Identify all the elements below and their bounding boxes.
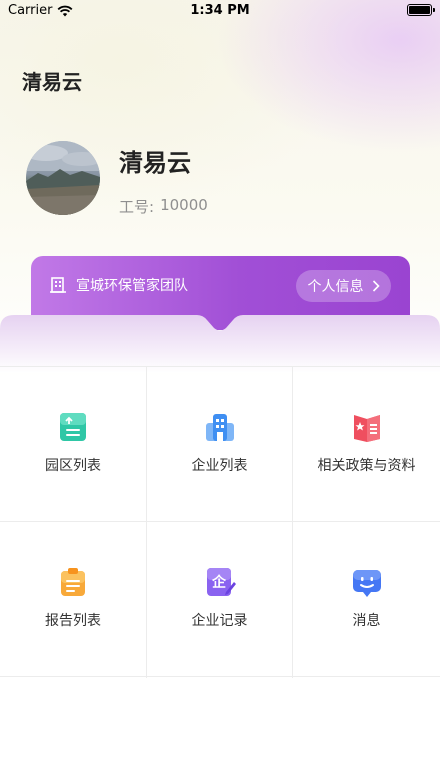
menu-item-company-list[interactable]: 企业列表 [147,367,293,522]
battery-icon [407,4,435,16]
menu-label: 企业记录 [191,613,248,629]
company-building-icon [205,414,234,441]
menu-item-messages[interactable]: 消息 [293,522,440,678]
page-title: 清易云 [22,70,82,94]
menu-label: 报告列表 [45,613,101,629]
menu-item-report-list[interactable]: 报告列表 [0,522,147,678]
user-id: 工号: 10000 [119,196,208,217]
avatar-landscape-image [26,141,100,215]
personal-info-label: 个人信息 [307,279,364,295]
menu-label: 企业列表 [191,458,248,474]
user-name: 清易云 [119,149,191,177]
building-icon [50,277,66,293]
menu-label: 园区列表 [45,458,101,474]
message-icon [352,570,381,597]
menu-label: 消息 [352,613,381,629]
avatar[interactable] [26,141,100,215]
svg-text:企: 企 [211,574,227,591]
menu-item-policy[interactable]: 相关政策与资料 [293,367,440,522]
menu-item-company-record[interactable]: 企 企业记录 [147,522,293,678]
chevron-right-icon [372,280,380,292]
personal-info-button[interactable]: 个人信息 [296,270,391,302]
user-id-value: 10000 [160,196,208,214]
status-time: 1:34 PM [190,3,250,18]
status-bar: Carrier 1:34 PM [0,0,440,22]
policy-book-icon [353,415,380,442]
park-list-icon [60,413,86,441]
report-clipboard-icon [61,568,85,596]
menu-label: 相关政策与资料 [317,458,416,474]
company-record-icon: 企 [206,568,236,596]
menu-grid: 园区列表 企业列表 相关政策与资料 报告列表 企 企业记录 消息 [0,366,440,678]
panel-notch-shape [0,315,440,373]
team-name: 宣城环保管家团队 [76,278,188,294]
user-id-label: 工号: [119,198,155,216]
menu-item-park-list[interactable]: 园区列表 [0,367,147,522]
